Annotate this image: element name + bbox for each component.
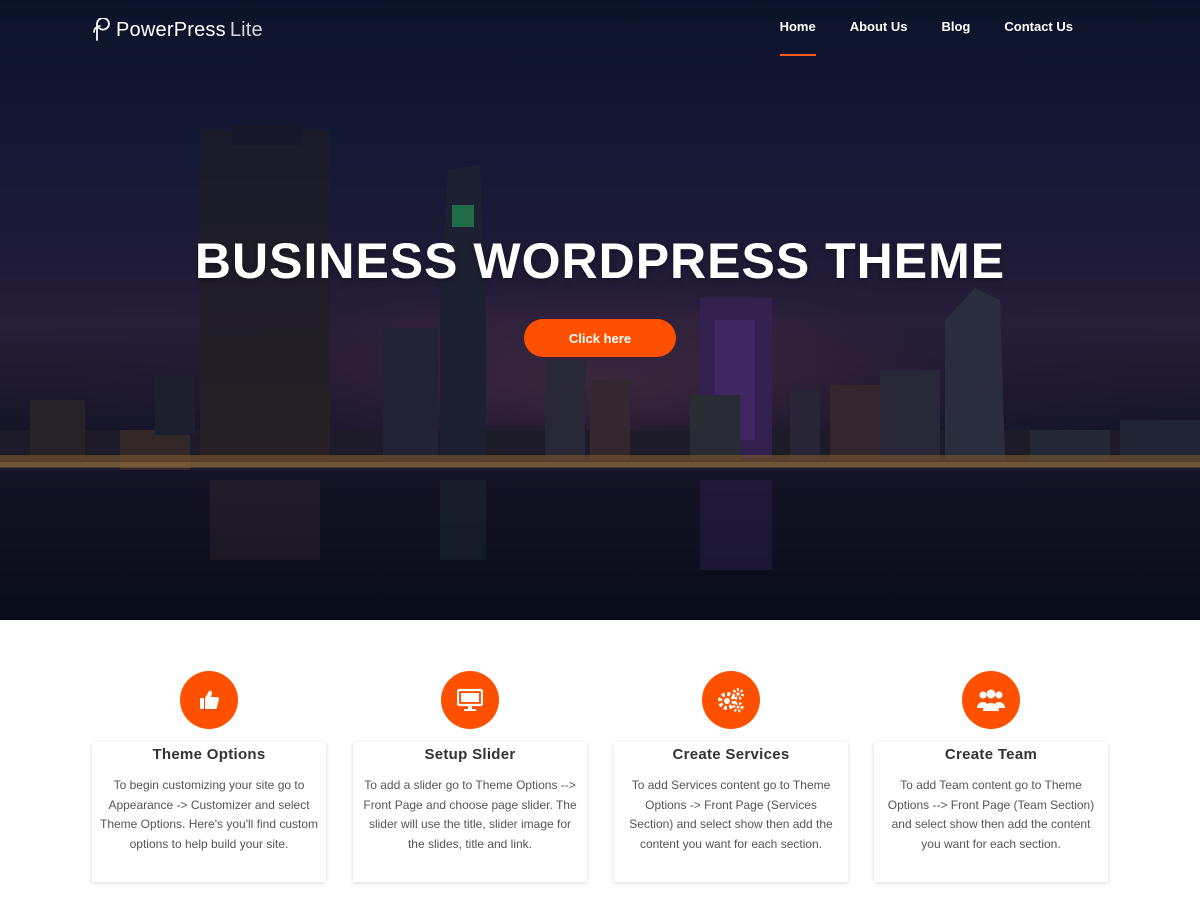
feature-title: Create Team <box>944 746 1038 763</box>
feature-create-services: Create Services To add Services content … <box>614 670 848 882</box>
nav-item-home[interactable]: Home <box>763 0 833 56</box>
hero-overlay <box>0 0 1200 620</box>
team-icon <box>962 671 1020 729</box>
nav-item-about-us[interactable]: About Us <box>833 0 925 56</box>
nav-item-blog[interactable]: Blog <box>924 0 987 56</box>
hero-section: PowerPress Lite Home About Us Blog Conta… <box>0 0 1200 620</box>
feature-theme-options: Theme Options To begin customizing your … <box>92 670 326 882</box>
hero-cta-button[interactable]: Click here <box>524 319 676 357</box>
hero-title: BUSINESS WORDPRESS THEME <box>194 233 1006 289</box>
feature-setup-slider: Setup Slider To add a slider go to Theme… <box>353 670 587 882</box>
monitor-icon <box>441 671 499 729</box>
feature-description: To begin customizing your site go to App… <box>100 778 319 851</box>
logo-sub-text: Lite <box>229 18 263 41</box>
feature-create-team: Create Team To add Team content go to Th… <box>874 670 1108 882</box>
logo-main-text: PowerPress <box>116 18 226 41</box>
feature-description: To add a slider go to Theme Options --> … <box>363 778 577 851</box>
site-logo[interactable]: PowerPress Lite <box>92 16 263 44</box>
main-navigation: Home About Us Blog Contact Us <box>763 0 1090 60</box>
feature-description: To add Services content go to Theme Opti… <box>629 778 833 851</box>
feature-title: Setup Slider <box>424 746 516 763</box>
feature-title: Theme Options <box>152 746 266 763</box>
features-section: Theme Options To begin customizing your … <box>92 670 1109 890</box>
feature-title: Create Services <box>672 746 790 763</box>
gears-icon <box>702 671 760 729</box>
logo-p-icon <box>93 18 110 41</box>
feature-description: To add Team content go to Theme Options … <box>887 778 1095 851</box>
thumbs-up-icon <box>180 671 238 729</box>
nav-item-contact-us[interactable]: Contact Us <box>987 0 1090 56</box>
